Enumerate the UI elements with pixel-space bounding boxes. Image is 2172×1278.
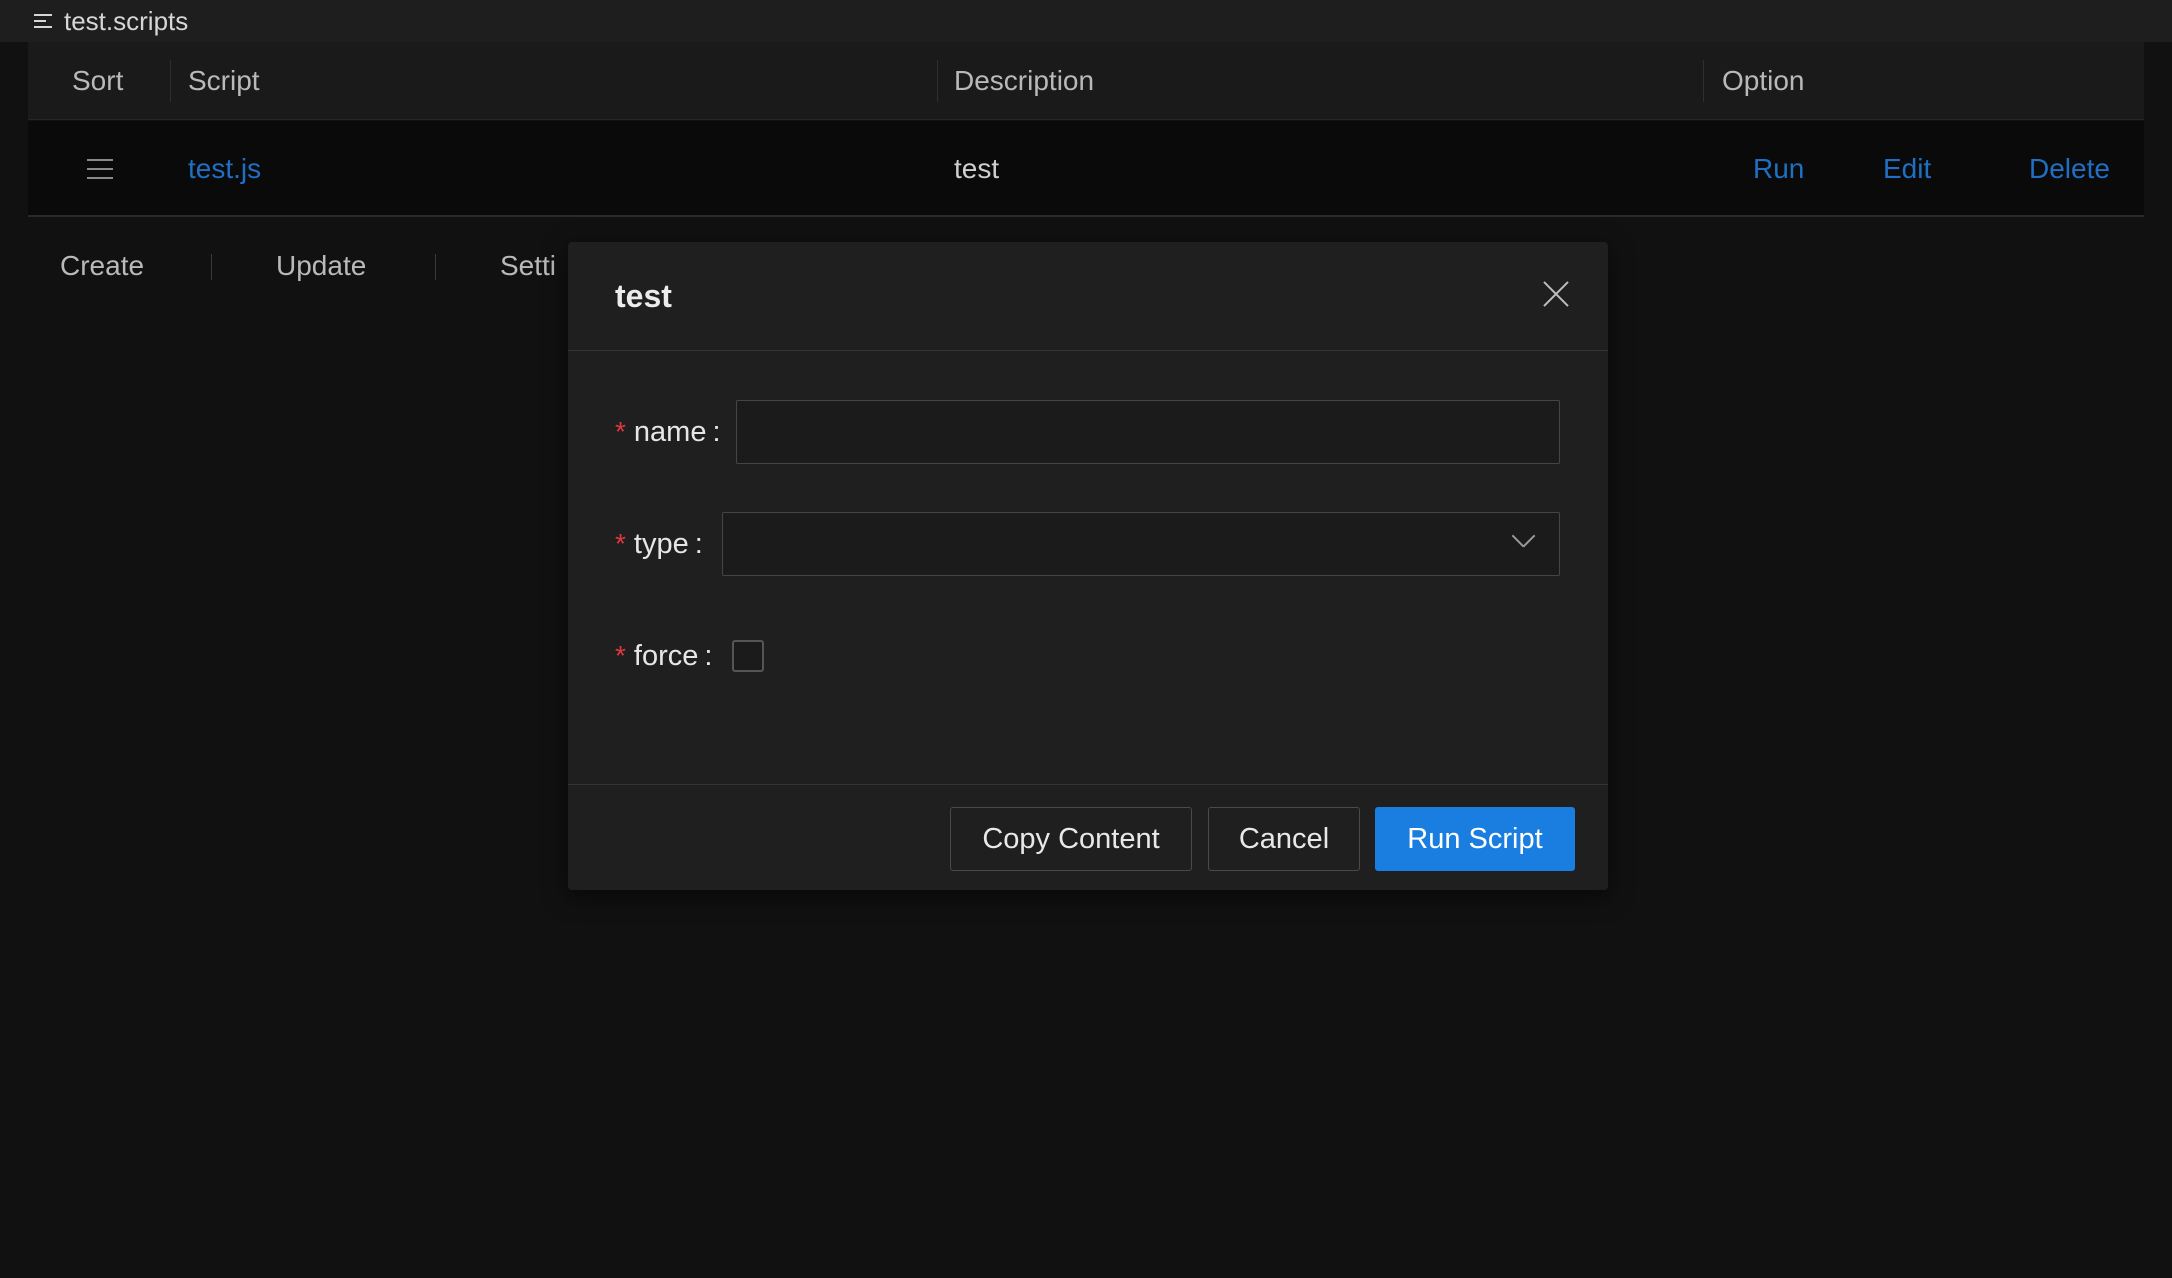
drag-handle-icon (87, 159, 113, 179)
type-select[interactable] (722, 512, 1560, 576)
header-option: Option (1722, 64, 1805, 96)
chevron-down-icon (1511, 531, 1536, 551)
scripts-table: Sort Script Description Option test.js t… (28, 42, 2144, 217)
create-button[interactable]: Create (60, 244, 144, 288)
cancel-button[interactable]: Cancel (1208, 807, 1360, 871)
dialog-footer: Copy Content Cancel Run Script (568, 784, 1608, 890)
force-form-row: * force : (615, 624, 712, 688)
update-button[interactable]: Update (276, 244, 366, 288)
header-divider (170, 60, 171, 102)
edit-link[interactable]: Edit (1883, 121, 1931, 217)
name-form-row: * name : (615, 400, 721, 464)
run-script-button[interactable]: Run Script (1375, 807, 1575, 871)
header-divider (937, 60, 938, 102)
force-label: * force : (615, 639, 713, 672)
script-description: test (954, 153, 1000, 184)
action-divider (211, 254, 212, 280)
table-header: Sort Script Description Option (28, 42, 2144, 120)
settings-button[interactable]: Setti (500, 244, 556, 288)
required-mark: * (615, 416, 626, 447)
header-script: Script (188, 64, 260, 96)
header-description: Description (954, 64, 1095, 96)
type-label: * type : (615, 527, 703, 560)
header-sort: Sort (72, 64, 124, 96)
close-icon[interactable] (1542, 280, 1570, 308)
required-mark: * (615, 528, 626, 559)
type-form-row: * type : (615, 512, 703, 576)
list-icon (34, 13, 52, 29)
required-mark: * (615, 640, 626, 671)
name-input[interactable] (736, 400, 1560, 464)
action-divider (435, 254, 436, 280)
window-title: test.scripts (64, 5, 189, 36)
run-script-dialog: test * name : * type : * force : Copy Co… (568, 242, 1608, 890)
header-divider (1703, 60, 1704, 102)
window-titlebar: test.scripts (0, 0, 2172, 42)
delete-link[interactable]: Delete (2029, 121, 2110, 217)
run-link[interactable]: Run (1753, 121, 1804, 217)
table-row: test.js test Run Edit Delete (28, 121, 2144, 217)
name-label: * name : (615, 415, 721, 448)
drag-handle[interactable] (87, 121, 113, 217)
dialog-title: test (615, 278, 672, 314)
dialog-header: test (568, 242, 1608, 351)
force-checkbox[interactable] (732, 640, 764, 672)
script-link[interactable]: test.js (188, 121, 261, 217)
copy-content-button[interactable]: Copy Content (950, 807, 1192, 871)
